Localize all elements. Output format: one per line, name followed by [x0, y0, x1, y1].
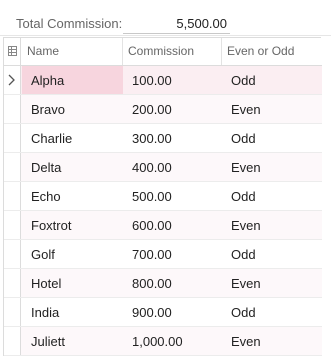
cell-even-odd[interactable]: Even [222, 153, 322, 181]
row-header[interactable] [4, 153, 21, 181]
cell-even-odd[interactable]: Even [222, 327, 322, 355]
table-row[interactable]: Golf 700.00 Odd [4, 240, 322, 269]
cell-even-odd[interactable]: Odd [222, 298, 322, 326]
cell-commission[interactable]: 700.00 [123, 240, 222, 268]
table-row[interactable]: Foxtrot 600.00 Even [4, 211, 322, 240]
cell-name[interactable]: Juliett [22, 327, 123, 355]
total-commission-label: Total Commission: [16, 16, 123, 31]
cell-name[interactable]: India [22, 298, 123, 326]
table-row[interactable]: Bravo 200.00 Even [4, 95, 322, 124]
select-all-cell[interactable] [4, 38, 21, 65]
row-header[interactable] [4, 124, 21, 152]
cell-commission[interactable]: 500.00 [123, 182, 222, 210]
column-header-name[interactable]: Name [22, 38, 123, 65]
column-header-even-odd[interactable]: Even or Odd [222, 38, 322, 65]
cell-name[interactable]: Hotel [22, 269, 123, 297]
row-header[interactable] [4, 95, 21, 123]
cell-name[interactable]: Alpha [22, 66, 123, 94]
cell-even-odd[interactable]: Odd [222, 240, 322, 268]
cell-name[interactable]: Bravo [22, 95, 123, 123]
table-row[interactable]: India 900.00 Odd [4, 298, 322, 327]
cell-commission[interactable]: 300.00 [123, 124, 222, 152]
cell-commission[interactable]: 600.00 [123, 211, 222, 239]
cell-commission[interactable]: 900.00 [123, 298, 222, 326]
cell-even-odd[interactable]: Odd [222, 124, 322, 152]
row-header[interactable] [4, 327, 21, 355]
row-header[interactable] [4, 269, 21, 297]
cell-name[interactable]: Charlie [22, 124, 123, 152]
column-header-commission[interactable]: Commission [123, 38, 222, 65]
table-row[interactable]: Charlie 300.00 Odd [4, 124, 322, 153]
table-row[interactable]: Echo 500.00 Odd [4, 182, 322, 211]
row-header[interactable] [4, 240, 21, 268]
cell-even-odd[interactable]: Odd [222, 182, 322, 210]
cell-name[interactable]: Echo [22, 182, 123, 210]
cell-commission[interactable]: 800.00 [123, 269, 222, 297]
row-header[interactable] [4, 211, 21, 239]
total-commission-summary: Total Commission: 5,500.00 [0, 0, 331, 36]
cell-even-odd[interactable]: Odd [222, 66, 322, 94]
cell-commission[interactable]: 400.00 [123, 153, 222, 181]
cell-even-odd[interactable]: Even [222, 95, 322, 123]
table-row[interactable]: Juliett 1,000.00 Even [4, 327, 322, 356]
cell-name[interactable]: Golf [22, 240, 123, 268]
table-row[interactable]: Alpha 100.00 Odd [4, 66, 322, 95]
commission-grid[interactable]: Name Commission Even or Odd Alpha 100.00… [3, 37, 322, 356]
cell-commission[interactable]: 1,000.00 [123, 327, 222, 355]
cell-even-odd[interactable]: Even [222, 211, 322, 239]
grid-icon [8, 46, 17, 56]
total-commission-value: 5,500.00 [176, 16, 227, 31]
cell-even-odd[interactable]: Even [222, 269, 322, 297]
cell-commission[interactable]: 200.00 [123, 95, 222, 123]
cell-name[interactable]: Foxtrot [22, 211, 123, 239]
cell-commission[interactable]: 100.00 [123, 66, 222, 94]
chevron-right-icon [8, 74, 15, 86]
table-row[interactable]: Delta 400.00 Even [4, 153, 322, 182]
cell-name[interactable]: Delta [22, 153, 123, 181]
column-header-row: Name Commission Even or Odd [4, 38, 322, 66]
row-header[interactable] [4, 66, 21, 94]
row-header[interactable] [4, 182, 21, 210]
row-header[interactable] [4, 298, 21, 326]
table-row[interactable]: Hotel 800.00 Even [4, 269, 322, 298]
total-commission-field[interactable]: 5,500.00 [123, 14, 230, 34]
